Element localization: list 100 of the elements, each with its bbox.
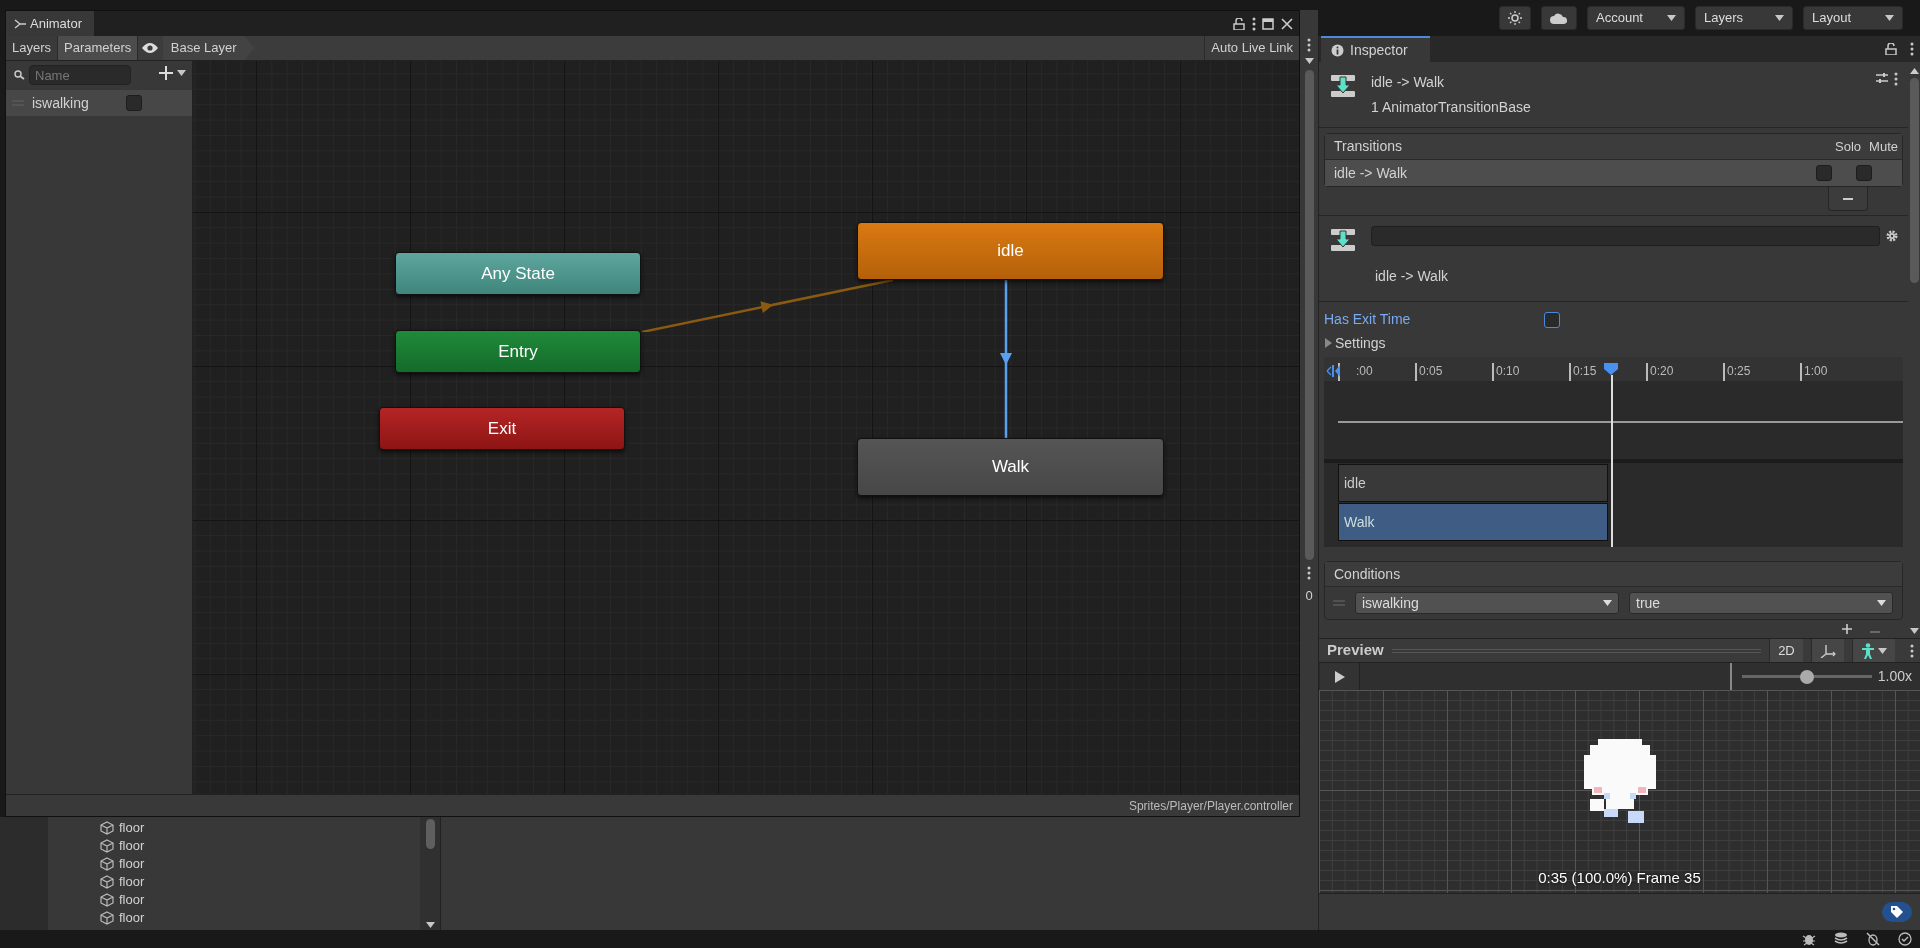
transition-icon [1329, 72, 1357, 100]
cube-icon [100, 857, 114, 871]
avatar-icon [1860, 642, 1875, 659]
solo-checkbox[interactable] [1816, 165, 1832, 181]
dropdown-button[interactable]: Account [1587, 6, 1685, 30]
tick-label: 0:25 [1723, 363, 1800, 381]
object-title: idle -> Walk [1371, 73, 1445, 92]
play-icon [1334, 670, 1345, 683]
transition-arrow[interactable] [999, 280, 1013, 438]
more-icon[interactable] [1894, 72, 1898, 86]
timeline[interactable]: :00 0:05 0:10 0:15 0:20 0:25 1:00 idle Walk [1324, 357, 1903, 547]
dropdown-button[interactable]: Layers [1695, 6, 1793, 30]
scrollbar[interactable] [1304, 70, 1314, 560]
play-button[interactable] [1319, 663, 1359, 690]
state-node[interactable]: idle [857, 222, 1164, 280]
search-icon [14, 70, 26, 80]
panel-tab[interactable]: Parameters [58, 36, 139, 60]
sun-button[interactable] [1499, 6, 1531, 30]
hierarchy-item[interactable]: floor [119, 836, 145, 856]
state-node[interactable]: Entry [395, 330, 641, 373]
state-node[interactable]: Any State [395, 252, 641, 295]
caret-icon [176, 70, 186, 76]
parameter-dropdown[interactable]: iswalking [1355, 592, 1619, 614]
hierarchy-item[interactable]: floor [119, 890, 145, 910]
hierarchy-item[interactable]: floor [119, 818, 145, 838]
mode-button[interactable]: 2D [1769, 639, 1803, 662]
object-type: 1 AnimatorTransitionBase [1371, 98, 1532, 117]
scrollbar[interactable] [425, 819, 435, 849]
transition-icon [1329, 226, 1357, 254]
more-icon[interactable] [1909, 643, 1914, 658]
drag-handle-icon[interactable] [1333, 600, 1345, 606]
caret-icon [1667, 15, 1676, 21]
more-icon[interactable] [1307, 38, 1311, 52]
crossed-bug-icon[interactable] [1866, 932, 1880, 946]
cloud-button[interactable] [1541, 6, 1577, 30]
eye-icon[interactable] [141, 42, 160, 54]
search-field[interactable]: Name [29, 65, 131, 85]
check-circle-icon[interactable] [1898, 932, 1912, 946]
clip-bar[interactable]: Walk [1338, 503, 1608, 541]
collapsed-icon[interactable] [1324, 338, 1332, 348]
stack-icon[interactable] [1834, 932, 1848, 946]
checkbox[interactable] [1544, 311, 1560, 328]
list-heading: Conditions [1325, 562, 1902, 587]
clip-bar[interactable]: idle [1338, 464, 1608, 502]
tag-icon [1890, 905, 1904, 919]
scroll-up-icon[interactable] [1909, 68, 1919, 74]
counter-text: 0 [1305, 587, 1313, 605]
minus-icon [1843, 197, 1853, 200]
playhead-marker[interactable] [1604, 363, 1618, 375]
cube-icon [100, 875, 114, 889]
bug-icon[interactable] [1802, 932, 1816, 946]
more-icon[interactable] [1251, 16, 1256, 31]
breadcrumb-item[interactable]: Base Layer [162, 36, 255, 60]
preview-caption: 0:35 (100.0%) Frame 35 [1538, 867, 1701, 888]
cube-icon [100, 839, 114, 853]
tick-label: 1:00 [1800, 363, 1877, 381]
gear-icon[interactable] [1886, 230, 1898, 242]
caret-icon [1603, 600, 1612, 606]
tag-button[interactable] [1882, 902, 1912, 922]
state-node[interactable]: Walk [857, 438, 1164, 496]
start-marker[interactable] [1326, 364, 1340, 378]
cube-icon [100, 911, 114, 925]
parameter-checkbox[interactable] [126, 95, 142, 111]
hierarchy-item[interactable]: floor [119, 908, 145, 928]
more-icon[interactable] [1307, 566, 1311, 580]
state-node[interactable]: Exit [379, 407, 625, 450]
section-title: Preview [1327, 640, 1384, 661]
dropdown-button[interactable]: Layout [1803, 6, 1903, 30]
lock-icon[interactable] [1884, 43, 1897, 55]
parameter-name: iswalking [32, 93, 90, 113]
speed-value: 1.00x [1877, 667, 1912, 686]
add-icon[interactable] [159, 66, 174, 80]
caret-icon [1775, 15, 1784, 21]
window-tab[interactable]: Animator [6, 11, 95, 36]
close-icon[interactable] [1280, 17, 1293, 30]
more-icon[interactable] [1909, 42, 1914, 56]
sun-icon [1508, 11, 1522, 25]
window-tab[interactable]: Inspector [1321, 36, 1430, 62]
caret-icon [1885, 15, 1894, 21]
value-dropdown[interactable]: true [1629, 592, 1893, 614]
foldout-label[interactable]: Settings [1335, 332, 1386, 354]
axis-icon [1819, 643, 1836, 658]
caret-icon [1909, 628, 1919, 634]
column-header: Mute [1869, 137, 1898, 156]
hierarchy-item[interactable]: floor [119, 854, 145, 874]
sliders-icon[interactable] [1875, 72, 1888, 84]
animator-icon [14, 18, 26, 29]
hierarchy-item[interactable]: floor [119, 872, 145, 892]
transition-arrow[interactable] [642, 280, 893, 332]
scrollbar[interactable] [1909, 78, 1919, 283]
tick-label: 0:10 [1492, 363, 1569, 381]
name-field[interactable] [1371, 226, 1880, 246]
list-heading: Transitions [1334, 137, 1403, 156]
mute-checkbox[interactable] [1856, 165, 1872, 181]
avatar-button[interactable] [1851, 639, 1895, 662]
pivot-button[interactable] [1810, 639, 1844, 662]
add-icon[interactable] [1842, 624, 1852, 634]
lock-icon[interactable] [1233, 17, 1245, 30]
remove-button[interactable] [1828, 187, 1868, 211]
maximize-icon[interactable] [1262, 17, 1274, 30]
